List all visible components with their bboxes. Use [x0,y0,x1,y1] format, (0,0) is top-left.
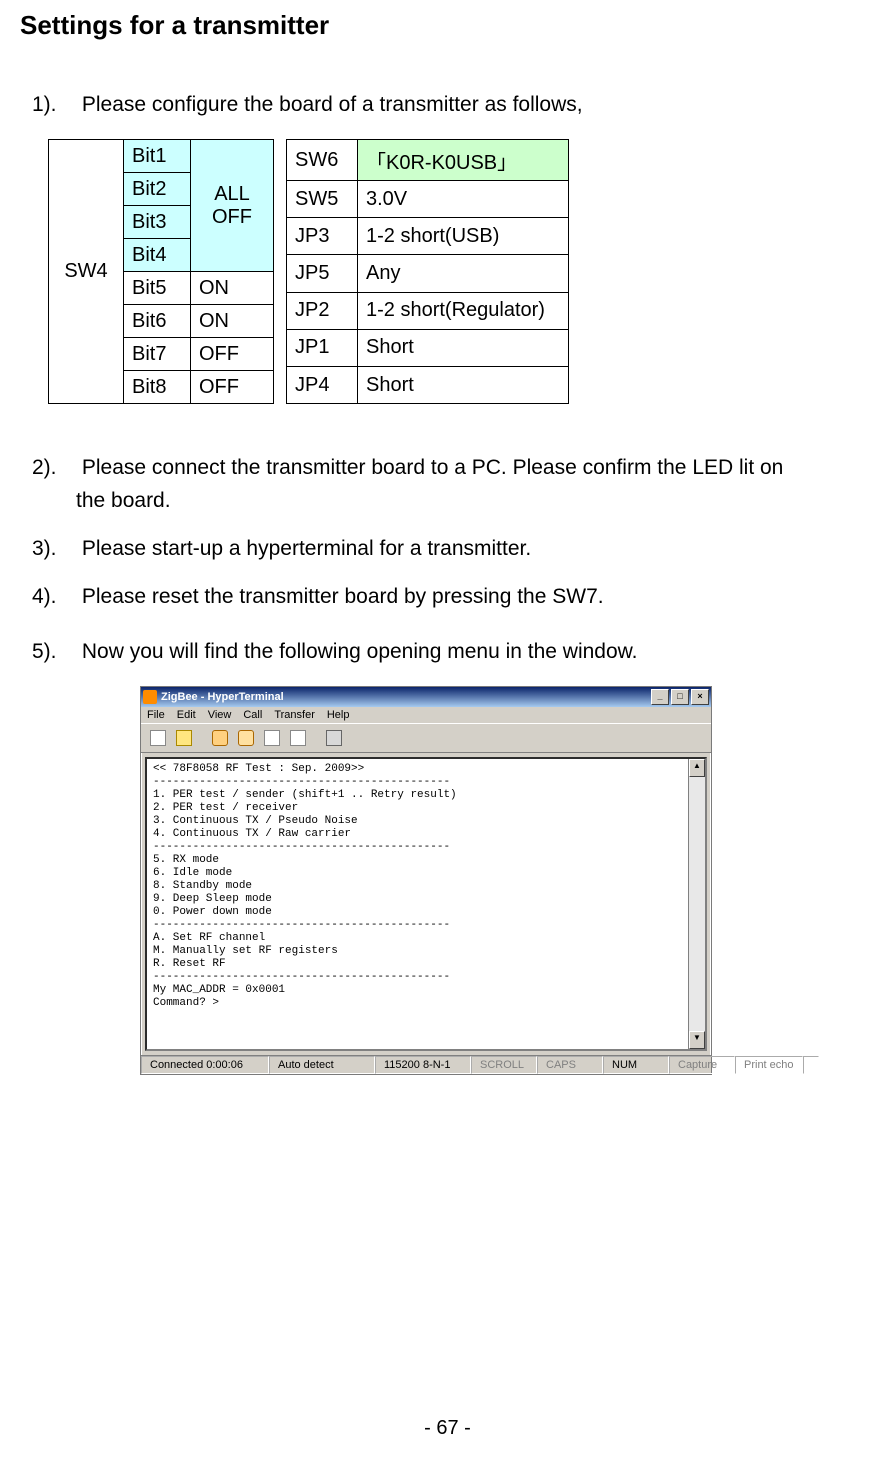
step-2-text2: the board. [76,487,865,515]
toolbar-disconnect-button[interactable] [235,727,257,749]
t2-v-1: 3.0V [358,180,569,217]
step-4: 4). Please reset the transmitter board b… [32,583,865,611]
step-3-text: Please start-up a hyperterminal for a tr… [82,537,531,560]
status-num: NUM [603,1056,669,1074]
step-2-num: 2). [32,454,76,482]
send-icon [264,730,280,746]
menu-transfer[interactable]: Transfer [274,709,315,721]
t2-v-4: 1-2 short(Regulator) [358,292,569,329]
status-setting: 115200 8-N-1 [375,1056,471,1074]
sw4-bit1: Bit1 [124,140,191,173]
settings-table: SW6 「K0R-K0USB」 SW5 3.0V JP3 1-2 short(U… [286,139,569,404]
menu-file[interactable]: File [147,709,165,721]
phone-hangup-icon [238,730,254,746]
sw4-bit5-val: ON [191,272,274,305]
status-caps: CAPS [537,1056,603,1074]
status-scroll: SCROLL [471,1056,537,1074]
resize-grip[interactable] [803,1056,819,1074]
step-1-text: Please configure the board of a transmit… [82,93,583,116]
titlebar[interactable]: ZigBee - HyperTerminal _ □ × [141,687,711,707]
sw4-bit4: Bit4 [124,239,191,272]
toolbar-send-button[interactable] [261,727,283,749]
step-4-num: 4). [32,583,76,611]
maximize-button[interactable]: □ [671,689,689,705]
status-printecho: Print echo [735,1056,803,1074]
t2-v-5: Short [358,329,569,366]
step-5-text: Now you will find the following opening … [82,640,638,663]
toolbar-open-button[interactable] [173,727,195,749]
phone-icon [212,730,228,746]
document-icon [150,730,166,746]
step-5: 5). Now you will find the following open… [32,638,865,666]
menu-call[interactable]: Call [243,709,262,721]
scroll-down-button[interactable]: ▼ [689,1031,705,1049]
sw4-bit7-val: OFF [191,338,274,371]
sw4-bit8: Bit8 [124,371,191,404]
step-3: 3). Please start-up a hyperterminal for … [32,535,865,563]
sw4-bit5: Bit5 [124,272,191,305]
toolbar-call-button[interactable] [209,727,231,749]
menu-edit[interactable]: Edit [177,709,196,721]
minimize-button[interactable]: _ [651,689,669,705]
step-4-text: Please reset the transmitter board by pr… [82,585,604,608]
step-2-text: Please connect the transmitter board to … [82,456,784,479]
menu-view[interactable]: View [208,709,232,721]
sw4-alloff-line2: OFF [199,206,265,229]
toolbar-properties-button[interactable] [323,727,345,749]
sw4-alloff: ALL OFF [191,140,274,272]
scroll-up-button[interactable]: ▲ [689,759,705,777]
sw4-bit6-val: ON [191,305,274,338]
t2-k-1: SW5 [287,180,358,217]
hyperterminal-window: ZigBee - HyperTerminal _ □ × File Edit V… [140,686,712,1075]
sw4-bit8-val: OFF [191,371,274,404]
app-icon [143,690,157,704]
t2-k-4: JP2 [287,292,358,329]
sw4-bit6: Bit6 [124,305,191,338]
t2-v-2: 1-2 short(USB) [358,218,569,255]
sw4-bit2: Bit2 [124,173,191,206]
step-1-num: 1). [32,91,76,119]
t2-k-6: JP4 [287,367,358,404]
t2-k-5: JP1 [287,329,358,366]
status-capture: Capture [669,1056,735,1074]
t2-k-3: JP5 [287,255,358,292]
page-number: - 67 - [0,1417,895,1440]
status-detect: Auto detect [269,1056,375,1074]
step-1: 1). Please configure the board of a tran… [32,91,865,119]
sw4-alloff-line1: ALL [199,183,265,206]
sw4-bit7: Bit7 [124,338,191,371]
page-title: Settings for a transmitter [20,10,865,41]
t2-k-0: SW6 [287,140,358,181]
toolbar [141,723,711,753]
t2-v-3: Any [358,255,569,292]
sw4-table: SW4 Bit1 ALL OFF Bit2 Bit3 Bit4 Bit5 ON … [48,139,274,404]
toolbar-receive-button[interactable] [287,727,309,749]
window-title: ZigBee - HyperTerminal [161,691,651,703]
status-connected: Connected 0:00:06 [141,1056,269,1074]
close-button[interactable]: × [691,689,709,705]
receive-icon [290,730,306,746]
step-5-num: 5). [32,638,76,666]
menu-bar: File Edit View Call Transfer Help [141,707,711,723]
sw4-bit3: Bit3 [124,206,191,239]
terminal-output: << 78F8058 RF Test : Sep. 2009>> -------… [147,759,688,1049]
t2-v-6: Short [358,367,569,404]
folder-icon [176,730,192,746]
step-3-num: 3). [32,535,76,563]
t2-k-2: JP3 [287,218,358,255]
toolbar-new-button[interactable] [147,727,169,749]
step-2: 2). Please connect the transmitter board… [32,454,865,482]
scrollbar[interactable]: ▲ ▼ [688,759,705,1049]
scroll-track[interactable] [689,777,705,1031]
t2-v-0: 「K0R-K0USB」 [358,140,569,181]
menu-help[interactable]: Help [327,709,350,721]
status-bar: Connected 0:00:06 Auto detect 115200 8-N… [141,1055,711,1074]
properties-icon [326,730,342,746]
sw4-rowlabel: SW4 [49,140,124,404]
